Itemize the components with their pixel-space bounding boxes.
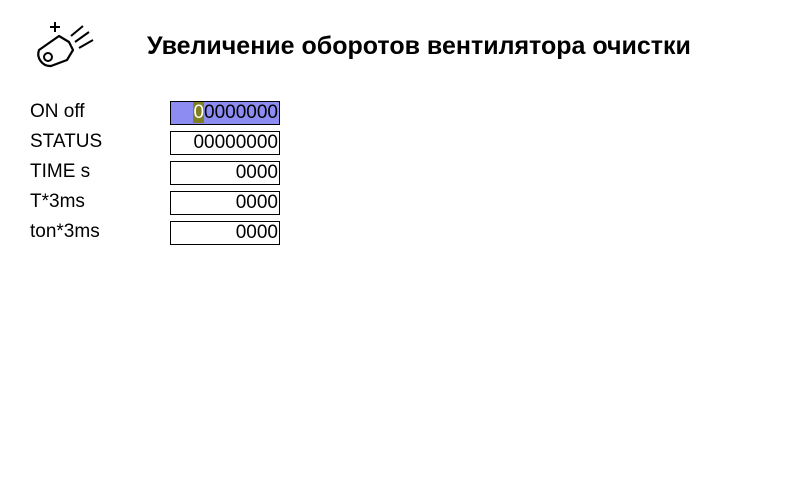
on-off-value: 0000000 xyxy=(204,102,278,123)
on-off-field[interactable]: 00000000 xyxy=(170,101,280,125)
status-field[interactable]: 00000000 xyxy=(170,131,280,155)
param-label: ON off xyxy=(30,101,85,122)
screen: Увеличение оборотов вентилятора очистки … xyxy=(0,0,800,480)
param-row-ton: ton*3ms 0000 xyxy=(0,220,300,248)
fan-speed-increase-icon xyxy=(29,20,97,74)
param-row-time: TIME s 0000 xyxy=(0,160,300,188)
param-row-status: STATUS 00000000 xyxy=(0,130,300,158)
param-label: STATUS xyxy=(30,131,103,152)
param-label: TIME s xyxy=(30,161,91,182)
param-label: ton*3ms xyxy=(30,221,100,242)
period-field[interactable]: 0000 xyxy=(170,191,280,215)
edit-cursor: 0 xyxy=(193,102,205,123)
param-row-on-off: ON off 00000000 xyxy=(0,100,300,128)
param-row-period: T*3ms 0000 xyxy=(0,190,300,218)
time-field[interactable]: 0000 xyxy=(170,161,280,185)
page-title: Увеличение оборотов вентилятора очистки xyxy=(147,32,691,60)
param-label: T*3ms xyxy=(30,191,85,212)
ton-field[interactable]: 0000 xyxy=(170,221,280,245)
